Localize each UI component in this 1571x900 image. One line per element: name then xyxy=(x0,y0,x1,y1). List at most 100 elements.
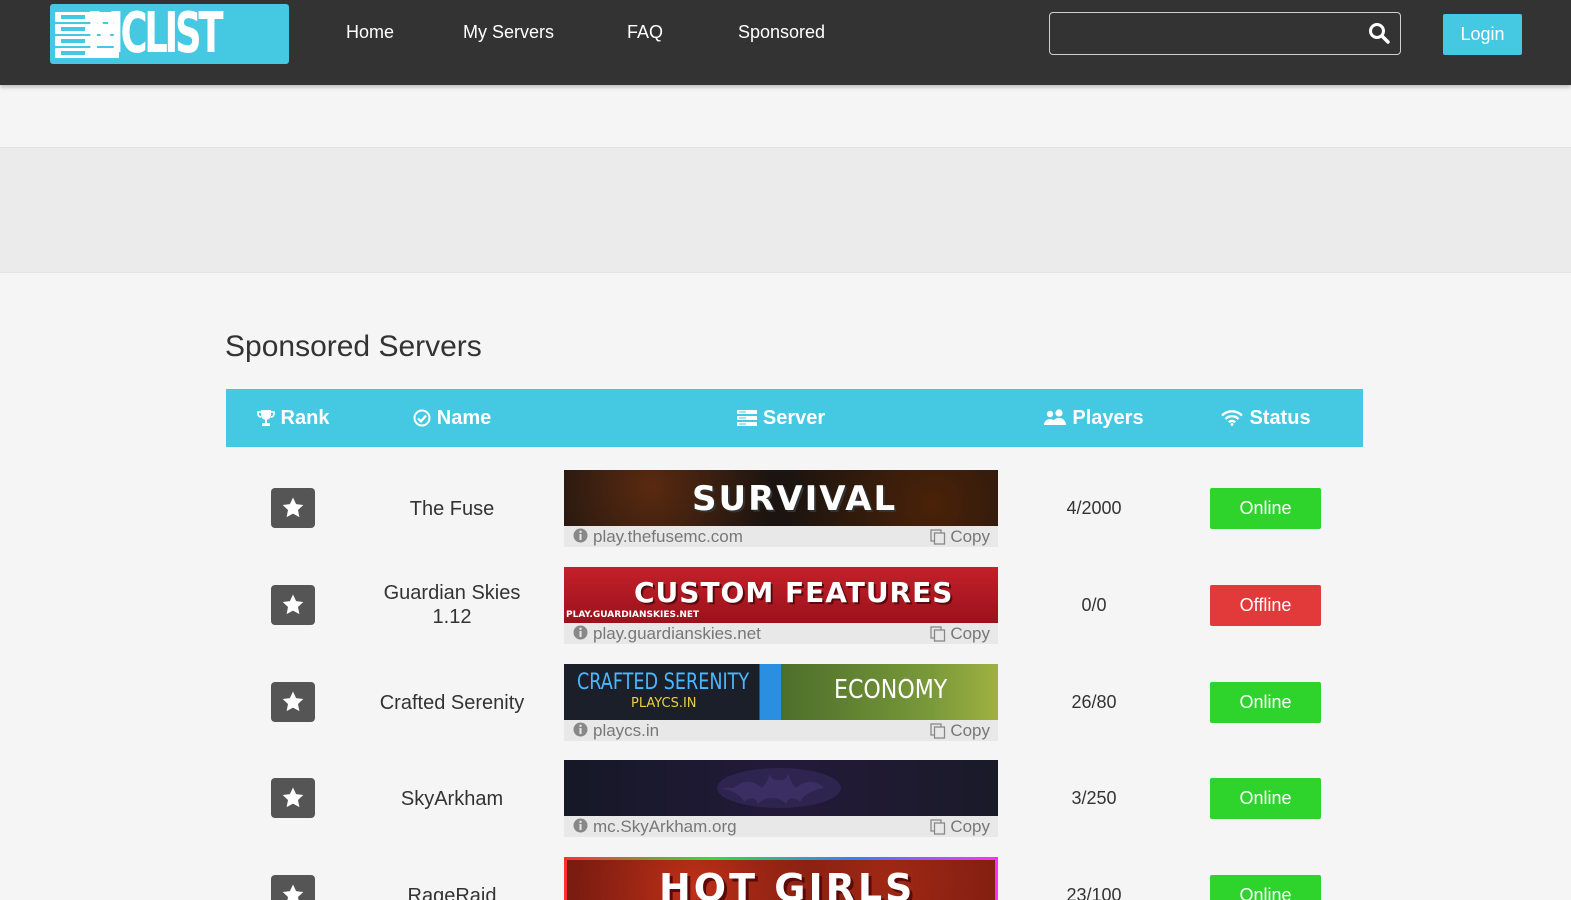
server-cell: mc.SkyArkham.org Copy xyxy=(564,760,998,837)
nav-home-link[interactable]: Home xyxy=(346,22,394,43)
star-icon xyxy=(282,787,304,808)
ad-banner-area xyxy=(0,147,1571,273)
server-address-bar: play.thefusemc.com Copy xyxy=(564,526,998,547)
table-row: Crafted Serenity CRAFTED SERENITY PLAYCS… xyxy=(226,664,1363,744)
search-box xyxy=(1049,12,1401,55)
server-address: mc.SkyArkham.org xyxy=(593,817,737,836)
table-row: Guardian Skies 1.12 CUSTOM FEATURES PLAY… xyxy=(226,567,1363,647)
trophy-icon xyxy=(256,410,275,426)
server-address: playcs.in xyxy=(593,721,660,740)
nav-my-servers-link[interactable]: My Servers xyxy=(463,22,554,43)
server-address: play.thefusemc.com xyxy=(593,527,743,546)
banner-text: CRAFTED SERENITY xyxy=(577,670,750,695)
copy-button[interactable]: Copy xyxy=(930,720,990,741)
info-icon xyxy=(573,625,588,640)
header-rank: Rank xyxy=(226,389,360,447)
server-name[interactable]: Crafted Serenity xyxy=(366,691,538,715)
info-icon xyxy=(573,722,588,737)
player-count: 26/80 xyxy=(1071,692,1117,712)
rank-star-button[interactable] xyxy=(271,682,315,722)
server-banner[interactable]: CUSTOM FEATURES PLAY.GUARDIANSKIES.NET xyxy=(564,567,998,623)
wifi-icon xyxy=(1221,410,1244,426)
server-banner[interactable]: SURVIVAL xyxy=(564,470,998,526)
table-row: The Fuse SURVIVAL play.thefusemc.com Cop… xyxy=(226,470,1363,550)
server-address: play.guardianskies.net xyxy=(593,624,761,643)
server-address-bar: mc.SkyArkham.org Copy xyxy=(564,816,998,837)
logo-text: MCLIST xyxy=(87,4,224,64)
header-status: Status xyxy=(1186,389,1346,447)
star-icon xyxy=(282,497,304,518)
banner-text: CUSTOM FEATURES xyxy=(634,576,954,609)
header-players: Players xyxy=(1034,389,1154,447)
header-name: Name xyxy=(368,389,536,447)
site-logo[interactable]: MCLIST xyxy=(50,4,289,64)
login-button[interactable]: Login xyxy=(1443,14,1522,55)
status-badge: Online xyxy=(1210,682,1321,723)
section-title: Sponsored Servers xyxy=(225,330,482,363)
search-input[interactable] xyxy=(1060,19,1360,49)
server-banner[interactable]: HOT GIRLS xyxy=(564,857,998,900)
player-count: 3/250 xyxy=(1071,788,1117,808)
status-badge: Online xyxy=(1210,875,1321,900)
banner-text-secondary: ECONOMY xyxy=(834,675,948,705)
server-banner[interactable]: CRAFTED SERENITY PLAYCS.IN ECONOMY xyxy=(564,664,998,720)
header-players-label: Players xyxy=(1072,406,1144,429)
navbar: MCLIST Home My Servers FAQ Sponsored Log… xyxy=(0,0,1571,85)
server-address-bar: play.guardianskies.net Copy xyxy=(564,623,998,644)
server-cell: CUSTOM FEATURES PLAY.GUARDIANSKIES.NET p… xyxy=(564,567,998,644)
server-name[interactable]: SkyArkham xyxy=(366,787,538,811)
nav-sponsored-link[interactable]: Sponsored xyxy=(738,22,825,43)
info-icon xyxy=(573,818,588,833)
users-icon xyxy=(1044,409,1067,425)
copy-icon xyxy=(930,818,946,835)
header-name-label: Name xyxy=(436,406,492,429)
banner-subtext: PLAYCS.IN xyxy=(631,696,697,711)
table-row: RageRaid HOT GIRLS 23/100 Online xyxy=(226,857,1363,900)
banner-subtext: PLAY.GUARDIANSKIES.NET xyxy=(566,610,700,620)
table-header: Rank Name Server Players Status xyxy=(226,389,1363,447)
player-count: 23/100 xyxy=(1066,885,1122,900)
banner-text: SURVIVAL xyxy=(692,479,898,519)
copy-icon xyxy=(930,722,946,739)
status-badge: Online xyxy=(1210,778,1321,819)
server-name[interactable]: The Fuse xyxy=(366,497,538,521)
info-icon xyxy=(573,528,588,543)
rank-star-button[interactable] xyxy=(271,778,315,818)
star-icon xyxy=(282,884,304,900)
copy-label: Copy xyxy=(950,721,990,740)
server-name[interactable]: RageRaid xyxy=(366,884,538,900)
server-cell: HOT GIRLS xyxy=(564,857,998,900)
player-count: 4/2000 xyxy=(1066,498,1122,518)
copy-button[interactable]: Copy xyxy=(930,526,990,547)
server-cell: CRAFTED SERENITY PLAYCS.IN ECONOMY playc… xyxy=(564,664,998,741)
server-banner[interactable] xyxy=(564,760,998,816)
server-list-icon xyxy=(736,410,757,426)
nav-faq-link[interactable]: FAQ xyxy=(627,22,663,43)
player-count: 0/0 xyxy=(1081,595,1107,615)
bat-logo-icon xyxy=(717,768,841,808)
server-name[interactable]: Guardian Skies 1.12 xyxy=(366,581,538,629)
status-badge: Online xyxy=(1210,488,1321,529)
server-cell: SURVIVAL play.thefusemc.com Copy xyxy=(564,470,998,547)
server-list-logo-icon xyxy=(55,10,119,58)
table-row: SkyArkham mc.SkyArkham.org Copy 3/250 On… xyxy=(226,760,1363,840)
rank-star-button[interactable] xyxy=(271,585,315,625)
banner-text: HOT GIRLS xyxy=(659,866,916,900)
server-address-bar: playcs.in Copy xyxy=(564,720,998,741)
star-icon xyxy=(282,594,304,615)
copy-icon xyxy=(930,625,946,642)
rank-star-button[interactable] xyxy=(271,875,315,900)
status-badge: Offline xyxy=(1210,585,1321,626)
copy-label: Copy xyxy=(950,817,990,836)
rank-star-button[interactable] xyxy=(271,488,315,528)
star-icon xyxy=(282,691,304,712)
header-server-label: Server xyxy=(762,406,826,429)
header-server: Server xyxy=(564,389,998,447)
check-circle-icon xyxy=(413,409,431,427)
copy-button[interactable]: Copy xyxy=(930,816,990,837)
copy-label: Copy xyxy=(950,527,990,546)
search-icon[interactable] xyxy=(1368,22,1390,44)
copy-icon xyxy=(930,528,946,545)
copy-button[interactable]: Copy xyxy=(930,623,990,644)
header-status-label: Status xyxy=(1249,406,1311,429)
